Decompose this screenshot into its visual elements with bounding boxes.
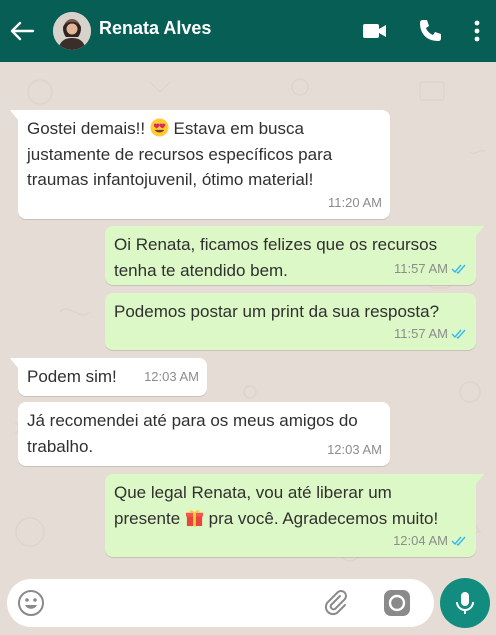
attach-icon[interactable]	[320, 588, 350, 618]
message-time: 12:03 AM	[144, 368, 199, 384]
avatar[interactable]	[53, 12, 91, 50]
back-arrow-icon[interactable]	[8, 17, 36, 45]
chat-area[interactable]: Gostei demais!! Estava em busca justamen…	[0, 62, 496, 575]
message-time: 11:57 AM	[394, 325, 448, 341]
message-bubble-incoming[interactable]: Podem sim! 12:03 AM	[10, 358, 207, 396]
composer-bar	[0, 575, 496, 635]
message-time: 12:04 AM	[393, 532, 448, 548]
camera-icon[interactable]	[383, 589, 411, 617]
mic-button[interactable]	[440, 578, 490, 628]
read-double-tick-icon	[451, 536, 466, 546]
message-time: 11:57 AM	[394, 260, 448, 276]
message-time: 11:20 AM	[328, 194, 382, 210]
message-text: Que legal Renata, vou até liberar um pre…	[114, 483, 439, 528]
message-text: Gostei demais!! Estava em busca justamen…	[27, 118, 333, 189]
bubble-tail	[476, 226, 484, 236]
mic-icon	[456, 592, 474, 614]
read-double-tick-icon	[451, 264, 466, 274]
bubble-tail	[476, 474, 484, 484]
message-bubble-incoming[interactable]: Já recomendei até para os meus amigos do…	[18, 402, 390, 466]
phone-icon[interactable]	[416, 17, 444, 45]
message-meta: 11:20 AM	[328, 190, 382, 216]
message-meta: 12:03 AM	[327, 437, 382, 463]
message-input[interactable]	[7, 579, 434, 627]
read-double-tick-icon	[451, 329, 466, 339]
contact-name[interactable]: Renata Alves	[99, 18, 211, 39]
message-bubble-incoming[interactable]: Gostei demais!! Estava em busca justamen…	[10, 110, 390, 219]
message-bubble-outgoing[interactable]: Podemos postar um print da sua resposta?…	[105, 293, 476, 350]
video-call-icon[interactable]	[361, 17, 389, 45]
message-time: 12:03 AM	[327, 441, 382, 457]
message-meta: 12:04 AM	[393, 528, 468, 554]
message-bubble-outgoing[interactable]: Oi Renata, ficamos felizes que os recurs…	[105, 226, 484, 285]
bubble-tail	[10, 110, 18, 120]
emoji-icon[interactable]	[17, 589, 45, 617]
chat-header: Renata Alves	[0, 0, 496, 62]
bubble-tail	[10, 358, 18, 368]
message-meta: 12:03 AM	[144, 364, 199, 390]
message-meta: 11:57 AM	[394, 256, 468, 282]
more-vert-icon[interactable]	[463, 17, 491, 45]
heart-eyes-emoji	[150, 118, 169, 137]
message-bubble-outgoing[interactable]: Que legal Renata, vou até liberar um pre…	[105, 474, 484, 557]
gift-emoji	[185, 509, 203, 526]
message-meta: 11:57 AM	[394, 321, 468, 347]
